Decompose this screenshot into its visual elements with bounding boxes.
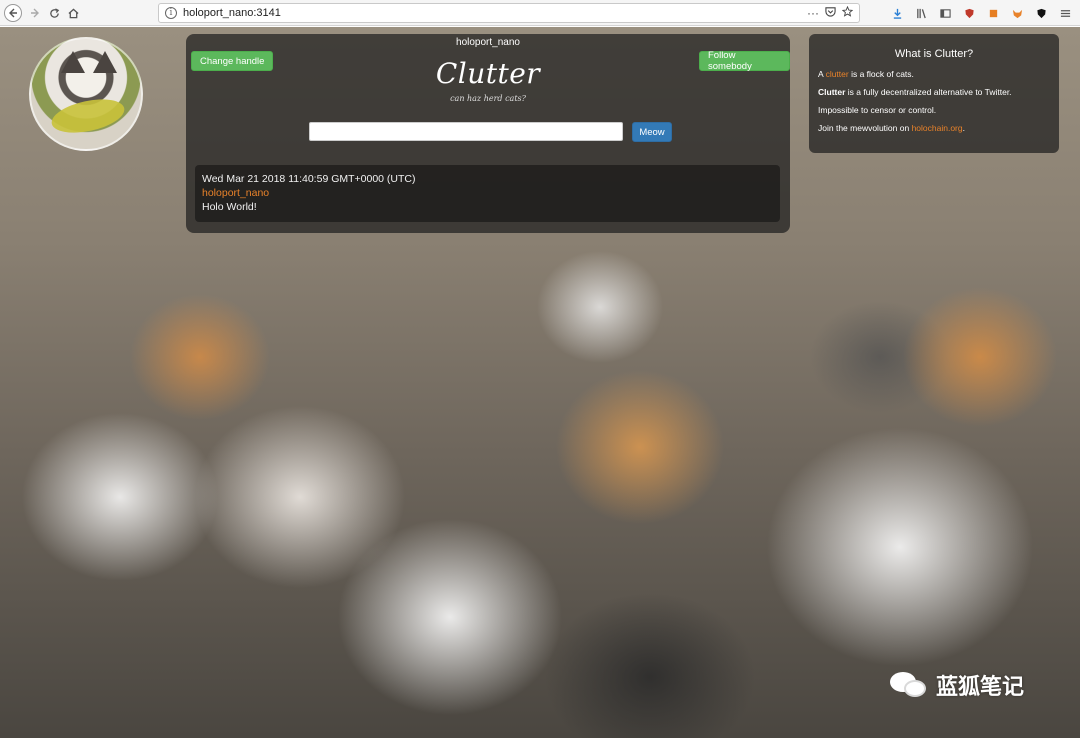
avatar-cat-ear <box>61 51 85 73</box>
watermark: 蓝狐笔记 <box>890 669 1024 701</box>
info-line-1: A clutter is a flock of cats. <box>818 68 1050 80</box>
info-line-3: Impossible to censor or control. <box>818 105 937 115</box>
wechat-icon <box>890 670 928 700</box>
url-text[interactable]: holoport_nano:3141 <box>183 7 281 19</box>
tagline: can haz herd cats? <box>450 94 526 103</box>
back-arrow-icon <box>9 8 17 18</box>
extension-icon[interactable] <box>986 6 1000 20</box>
info-text: is a fully decentralized alternative to … <box>845 87 1012 97</box>
info-text: is a flock of cats. <box>848 69 914 79</box>
info-text: Join the mewvolution on <box>818 123 912 133</box>
bookmark-star-icon[interactable] <box>841 5 854 20</box>
back-button[interactable] <box>4 4 22 22</box>
main-panel: holoport_nano Change handle Follow someb… <box>186 34 790 233</box>
pocket-icon[interactable] <box>825 6 836 20</box>
toolbar-extensions <box>890 4 1072 22</box>
meow-post: Wed Mar 21 2018 11:40:59 GMT+0000 (UTC) … <box>195 165 780 222</box>
forward-button[interactable] <box>26 4 44 22</box>
post-message: Holo World! <box>202 201 257 213</box>
avatar-cat-ear <box>93 51 117 73</box>
library-icon[interactable] <box>914 6 928 20</box>
avatar-bird <box>48 93 128 139</box>
post-timestamp: Wed Mar 21 2018 11:40:59 GMT+0000 (UTC) <box>202 173 416 185</box>
page-actions-icon[interactable]: ··· <box>807 6 819 20</box>
info-text: . <box>962 123 965 133</box>
holochain-link[interactable]: holochain.org <box>912 123 963 133</box>
site-info-icon[interactable]: i <box>165 7 177 19</box>
clutter-link[interactable]: clutter <box>826 69 849 79</box>
meow-button[interactable]: Meow <box>632 122 672 142</box>
post-author-link[interactable]: holoport_nano <box>202 186 773 200</box>
shield-extension-icon[interactable] <box>962 6 976 20</box>
forward-arrow-icon <box>31 8 39 18</box>
info-panel: What is Clutter? A clutter is a flock of… <box>809 34 1059 153</box>
downloads-icon[interactable] <box>890 6 904 20</box>
sidebar-icon[interactable] <box>938 6 952 20</box>
info-text: A <box>818 69 826 79</box>
info-line-2: Clutter is a fully decentralized alterna… <box>818 86 1050 98</box>
info-line-4: Join the mewvolution on holochain.org. <box>818 122 1050 134</box>
home-icon <box>67 8 79 18</box>
app-logo: Clutter <box>435 57 541 90</box>
avatar <box>29 37 143 151</box>
meow-input[interactable] <box>309 122 623 141</box>
url-bar[interactable]: i holoport_nano:3141 ··· <box>158 3 860 23</box>
menu-icon[interactable] <box>1058 6 1072 20</box>
watermark-text: 蓝狐笔记 <box>936 674 1025 699</box>
url-bar-actions: ··· <box>807 5 854 20</box>
page-background: holoport_nano Change handle Follow someb… <box>0 27 1080 738</box>
dark-shield-icon[interactable] <box>1034 6 1048 20</box>
info-bold-text: Clutter <box>818 87 846 97</box>
reload-icon <box>49 7 59 18</box>
home-button[interactable] <box>64 4 82 22</box>
reload-button[interactable] <box>45 4 63 22</box>
current-handle: holoport_nano <box>456 37 520 48</box>
browser-toolbar: i holoport_nano:3141 ··· <box>0 0 1080 26</box>
info-title: What is Clutter? <box>894 48 974 60</box>
fox-extension-icon[interactable] <box>1010 6 1024 20</box>
